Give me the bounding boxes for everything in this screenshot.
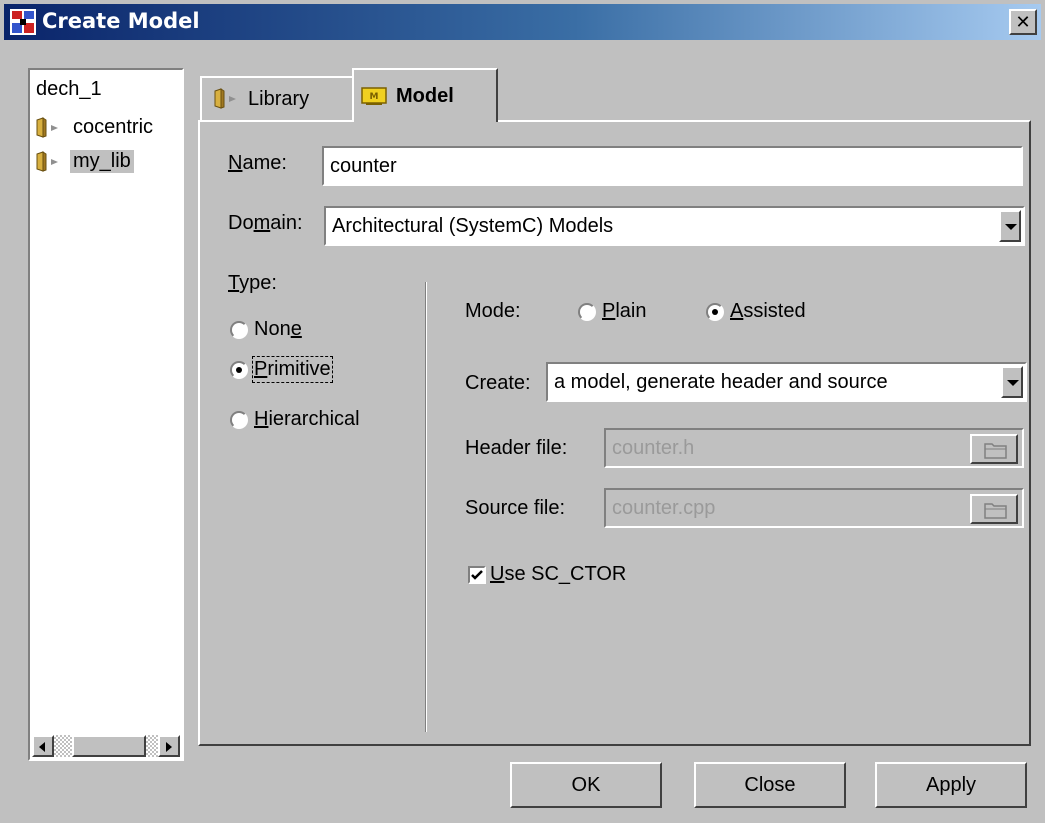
domain-dropdown-button[interactable] [999,210,1021,242]
create-dropdown-button[interactable] [1001,366,1023,398]
header-file-value: counter.h [612,437,695,459]
radio-circle [706,302,724,321]
create-select-value: a model, generate header and source [554,371,888,393]
ok-button[interactable]: OK [510,762,662,808]
checkmark-icon [471,569,483,580]
chevron-down-icon [1005,224,1017,230]
create-model-dialog: Create Model ✕ dech_1 cocentric my_lib L… [0,0,1045,823]
open-folder-icon [984,443,1007,459]
source-file-browse-button[interactable] [970,494,1018,524]
chevron-down-icon [1007,380,1019,386]
apply-button-label: Apply [925,773,977,796]
use-sc-ctor-label: Use SC_CTOR [490,563,627,585]
header-file-browse-button[interactable] [970,434,1018,464]
name-input-value: counter [330,155,397,177]
mode-radio-plain[interactable]: Plain [578,300,646,323]
apply-button[interactable]: Apply [875,762,1027,808]
domain-label: Domain: [228,212,303,234]
checkbox-box [468,565,486,584]
type-radio-primitive-label: Primitive [252,356,333,383]
mode-radio-assisted[interactable]: Assisted [706,300,806,323]
close-button-label: Close [744,773,796,796]
form-layer: Name: counter Domain: Architectural (Sys… [0,0,1045,823]
mode-radio-plain-label: Plain [602,300,647,322]
radio-circle [230,360,248,379]
ok-button-label: OK [571,773,601,796]
type-label: Type: [228,272,277,294]
create-label: Create: [465,372,531,394]
source-file-value: counter.cpp [612,497,716,519]
vertical-separator [425,282,427,732]
type-radio-hierarchical-label: Hierarchical [254,408,360,430]
type-radio-none[interactable]: None [230,318,302,341]
radio-circle [230,320,248,339]
type-radio-none-label: None [254,318,302,340]
domain-select-value: Architectural (SystemC) Models [332,215,614,237]
source-file-label: Source file: [465,497,566,519]
close-button[interactable]: Close [694,762,846,808]
use-sc-ctor-checkbox[interactable]: Use SC_CTOR [468,563,626,586]
header-file-input[interactable]: counter.h [604,428,1024,468]
radio-circle [230,410,248,429]
mode-radio-assisted-label: Assisted [730,300,806,322]
type-radio-hierarchical[interactable]: Hierarchical [230,408,360,431]
name-input[interactable]: counter [322,146,1023,186]
mode-label: Mode: [465,300,521,322]
header-file-label: Header file: [465,437,568,459]
type-radio-primitive[interactable]: Primitive [230,356,333,383]
create-select[interactable]: a model, generate header and source [546,362,1027,402]
open-folder-icon [984,503,1007,519]
source-file-input[interactable]: counter.cpp [604,488,1024,528]
name-label: Name: [228,152,287,174]
domain-select[interactable]: Architectural (SystemC) Models [324,206,1025,246]
radio-circle [578,302,596,321]
